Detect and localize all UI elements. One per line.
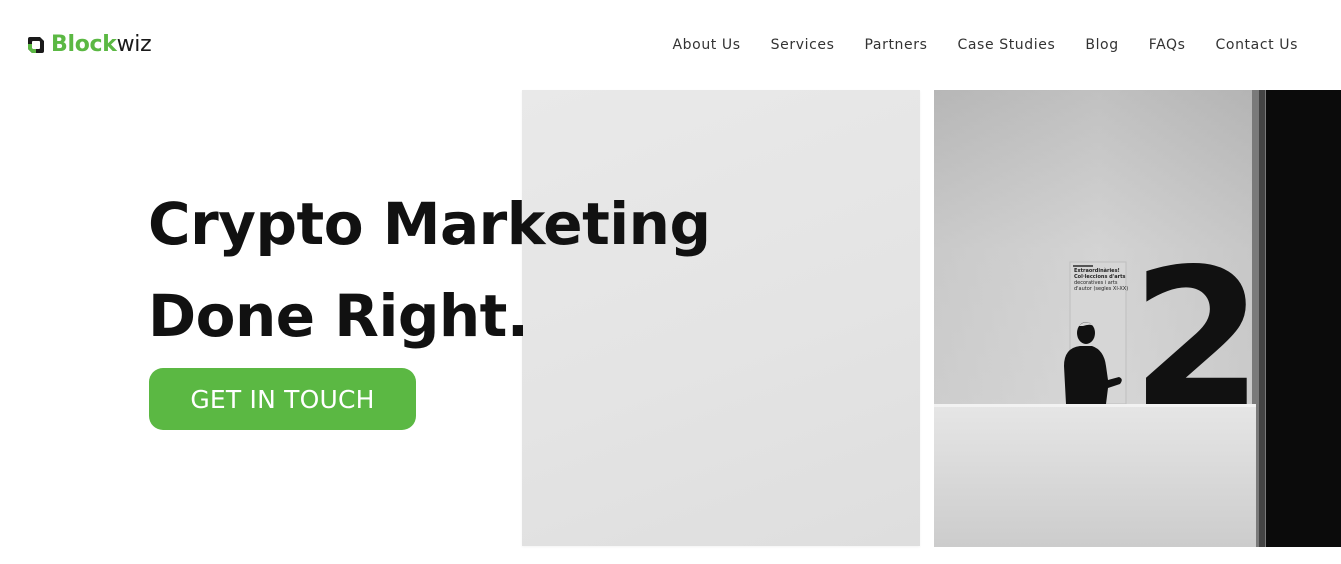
nav-case-studies[interactable]: Case Studies [958, 34, 1056, 56]
brand-name-part-a: Block [51, 32, 117, 57]
nav-partners[interactable]: Partners [865, 34, 928, 56]
nav-services[interactable]: Services [771, 34, 835, 56]
hero-photo: Extraordinàries! Col·leccions d'arts dec… [934, 90, 1341, 547]
hero-heading-line2: Done Right. [148, 282, 529, 350]
nav-about-us[interactable]: About Us [672, 34, 740, 56]
hero-heading-line1: Crypto Marketing [148, 190, 711, 258]
photo-placard-line1: Extraordinàries! [1074, 267, 1120, 274]
blockwiz-logo-icon [28, 37, 44, 53]
nav-blog[interactable]: Blog [1085, 34, 1118, 56]
main-nav: About Us Services Partners Case Studies … [672, 34, 1298, 56]
photo-placard-line4: d'autor (segles XI-XX) [1074, 286, 1128, 292]
brand-wordmark: Blockwiz [51, 31, 152, 59]
hero-heading: Crypto Marketing Done Right. [148, 178, 711, 362]
nav-faqs[interactable]: FAQs [1149, 34, 1186, 56]
get-in-touch-button[interactable]: GET IN TOUCH [149, 368, 416, 430]
brand-name-part-b: wiz [116, 32, 152, 57]
brand-logo[interactable]: Blockwiz [26, 31, 152, 59]
nav-contact-us[interactable]: Contact Us [1216, 34, 1298, 56]
